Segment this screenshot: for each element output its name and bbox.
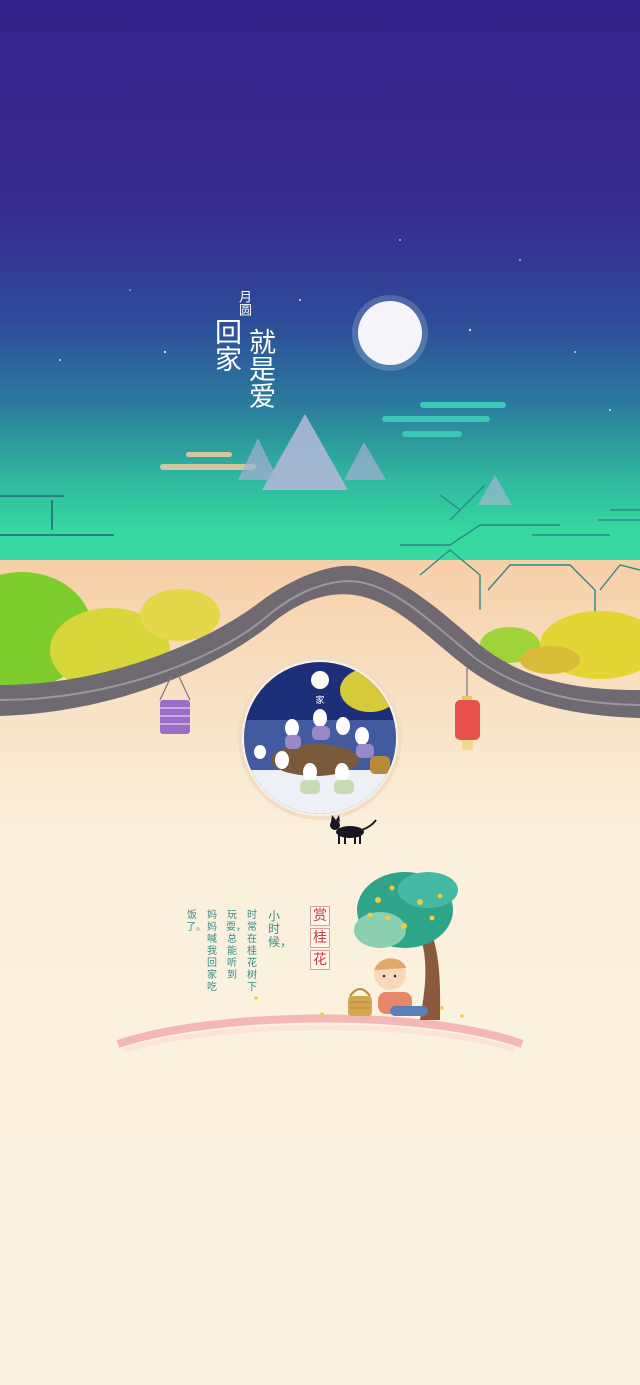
building-eaves-left [0, 495, 114, 536]
poem-title-char: 赏 [310, 906, 330, 926]
moon-icon [358, 301, 422, 365]
poem-title-char: 桂 [310, 928, 330, 948]
poem-title-char: 花 [310, 950, 330, 970]
title-small: 月圆 [236, 290, 252, 316]
poster: 家 月圆 回家 就是爱 赏 桂 花 小时候， 时常在桂花树下 玩耍，总能听到 妈… [0, 0, 640, 1385]
stars [59, 239, 611, 411]
title-col-left: 就是爱 [244, 328, 275, 409]
poem-line-3: 玩耍，总能听到 [226, 910, 246, 981]
title-col-right-text: 回家 [210, 318, 241, 372]
poem-line-5: 饭了。 [186, 910, 206, 933]
child-icon [374, 958, 428, 1016]
basket-icon [348, 988, 372, 1016]
poem-title: 赏桂花 [310, 906, 330, 972]
moon-window: 家 [238, 656, 402, 820]
cat-icon [330, 815, 377, 844]
poem-line-2: 时常在桂花树下 [247, 910, 257, 993]
poem-line-1: 小时候， [268, 909, 293, 949]
mountain-icon [238, 414, 512, 505]
poem-line-4: 妈妈喊我回家吃 [207, 910, 217, 993]
title-col-right: 回家 [210, 318, 241, 372]
title-small-text: 月圆 [236, 290, 251, 316]
window-label: 家 [315, 694, 324, 706]
title-col-left-text: 就是爱 [244, 328, 275, 409]
cloud-icon [382, 402, 506, 437]
scene-illustration: 家 [0, 239, 640, 1053]
cloud-icon [160, 452, 256, 470]
lantern-icon [455, 668, 480, 750]
